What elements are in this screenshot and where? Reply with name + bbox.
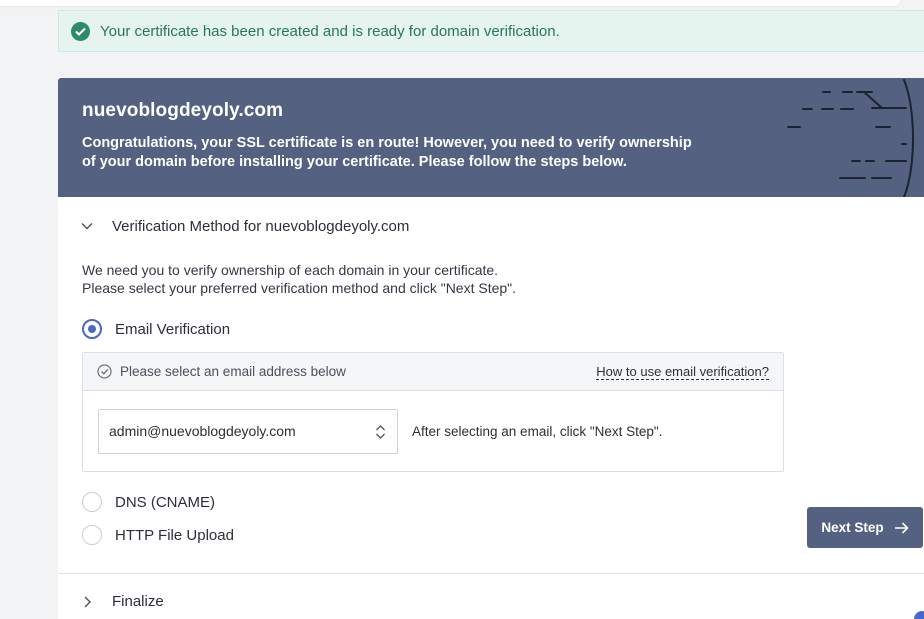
verification-intro: We need you to verify ownership of each … xyxy=(58,261,924,297)
select-arrows-icon xyxy=(376,424,385,439)
after-selecting-text: After selecting an email, click "Next St… xyxy=(412,423,663,439)
radio-email-selected[interactable] xyxy=(82,319,102,339)
email-help-link[interactable]: How to use email verification? xyxy=(596,364,769,380)
option-http-file-upload[interactable]: HTTP File Upload xyxy=(58,525,924,545)
email-select[interactable]: admin@nuevoblogdeyoly.com xyxy=(98,408,398,454)
banner-text: Congratulations, your SSL certificate is… xyxy=(82,135,692,170)
option-label: DNS (CNAME) xyxy=(115,493,215,511)
option-email-verification[interactable]: Email Verification xyxy=(58,319,924,339)
option-label: HTTP File Upload xyxy=(115,526,234,544)
arrow-right-icon xyxy=(894,521,909,534)
option-label: Email Verification xyxy=(115,320,231,338)
verification-card: nuevoblogdeyoly.com Congratulations, you… xyxy=(58,78,924,619)
verification-method-header[interactable]: Verification Method for nuevoblogdeyoly.… xyxy=(58,197,924,255)
selected-email: admin@nuevoblogdeyoly.com xyxy=(109,423,296,439)
intro-line-1: We need you to verify ownership of each … xyxy=(82,262,499,278)
top-browser-strip xyxy=(0,0,900,6)
chevron-down-icon xyxy=(81,223,93,230)
section-title: Verification Method for nuevoblogdeyoly.… xyxy=(112,217,410,235)
finalize-section-header[interactable]: Finalize xyxy=(58,573,924,619)
next-step-label: Next Step xyxy=(821,520,884,535)
check-circle-icon xyxy=(71,21,90,41)
domain-banner: nuevoblogdeyoly.com Congratulations, you… xyxy=(58,78,924,197)
alert-message: Your certificate has been created and is… xyxy=(100,22,560,40)
chevron-right-icon xyxy=(84,596,91,607)
intro-line-2: Please select your preferred verificatio… xyxy=(82,280,517,296)
next-step-button[interactable]: Next Step xyxy=(807,507,923,548)
finalize-title: Finalize xyxy=(112,593,164,610)
option-dns-cname[interactable]: DNS (CNAME) xyxy=(58,492,924,512)
email-selection-panel: Please select an email address below How… xyxy=(82,352,784,472)
email-hint: Please select an email address below xyxy=(120,364,346,379)
check-circle-outline-icon xyxy=(97,364,112,379)
success-alert: Your certificate has been created and is… xyxy=(58,10,924,52)
radio-http[interactable] xyxy=(82,525,102,545)
radio-dns[interactable] xyxy=(82,492,102,512)
email-panel-header: Please select an email address below How… xyxy=(83,353,783,391)
decorative-lines-icon xyxy=(787,79,914,197)
